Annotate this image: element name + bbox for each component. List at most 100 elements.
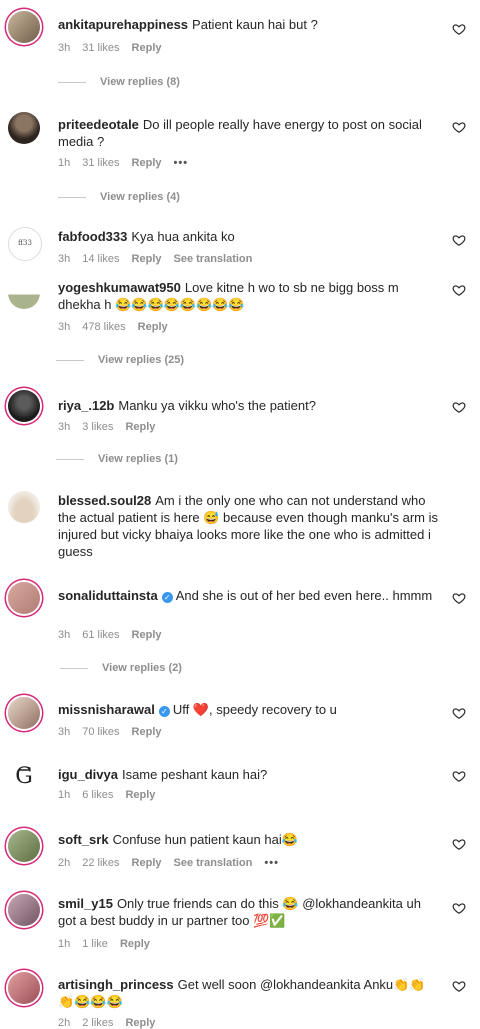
comment-likes[interactable]: 3 likes [82,421,113,433]
comment-meta: 3h 31 likes Reply [58,42,174,54]
avatar[interactable] [8,277,40,309]
comment-username[interactable]: priteedeotale [58,117,139,132]
comment-item: artisingh_princess Get well soon @lokhand… [0,963,480,1029]
avatar-logo: ff33 [18,239,32,247]
comment-meta: 3h 70 likes Reply [58,726,174,738]
avatar[interactable] [8,894,40,926]
more-options-icon[interactable]: ••• [174,157,189,169]
comment-likes[interactable]: 6 likes [82,789,113,801]
comment-username[interactable]: sonaliduttainsta [58,588,158,603]
see-translation-button[interactable]: See translation [174,857,253,869]
comment-time: 1h [58,157,71,169]
reply-button[interactable]: Reply [132,42,162,54]
comment-item: ff33 fabfood333 Kya hua ankita ko 3h 14 li… [0,215,480,267]
comment-username[interactable]: soft_srk [58,832,109,847]
reply-divider [58,196,86,198]
comment-meta: 3h 61 likes Reply [58,629,174,641]
heart-outline-icon[interactable] [452,400,466,414]
reply-button[interactable]: Reply [125,1017,155,1029]
comment-time: 3h [58,421,71,433]
comment-likes[interactable]: 61 likes [82,629,119,641]
comment-likes[interactable]: 14 likes [82,253,119,265]
comment-body: igu_divya Isame peshant kaun hai? [58,766,440,783]
comment-likes[interactable]: 70 likes [82,726,119,738]
heart-outline-icon[interactable] [452,901,466,915]
comment-username[interactable]: blessed.soul28 [58,493,151,508]
view-replies-button[interactable]: View replies (1) [56,453,178,465]
comment-item: ankitapurehappiness Patient kaun hai but … [0,0,480,100]
comment-text: Uff ❤️, speedy recovery to u [172,702,337,717]
comment-text: Confuse hun patient kaun hai😂 [112,832,298,847]
comment-item: riya_.12b Manku ya vikku who's the patien… [0,375,480,475]
reply-divider [60,667,88,669]
reply-button[interactable]: Reply [125,421,155,433]
view-replies-button[interactable]: View replies (25) [56,354,184,366]
comment-meta: 3h 14 likes Reply See translation [58,253,264,265]
comment-time: 3h [58,726,71,738]
comment-likes[interactable]: 31 likes [82,157,119,169]
heart-outline-icon[interactable] [452,979,466,993]
heart-outline-icon[interactable] [452,706,466,720]
comment-likes[interactable]: 478 likes [82,321,125,333]
avatar[interactable] [8,390,40,422]
more-options-icon[interactable]: ••• [264,857,279,869]
comment-meta: 3h 478 likes Reply [58,321,180,333]
comment-body: soft_srk Confuse hun patient kaun hai😂 [58,831,440,848]
avatar[interactable] [8,697,40,729]
avatar[interactable] [8,582,40,614]
comment-item: priteedeotale Do ill people really have e… [0,100,480,215]
comment-username[interactable]: ankitapurehappiness [58,17,188,32]
heart-outline-icon[interactable] [452,591,466,605]
reply-button[interactable]: Reply [125,789,155,801]
avatar[interactable]: G [8,759,40,791]
comment-username[interactable]: missnisharawal [58,702,155,717]
comment-username[interactable]: artisingh_princess [58,977,174,992]
reply-button[interactable]: Reply [132,857,162,869]
reply-button[interactable]: Reply [132,629,162,641]
view-replies-button[interactable]: View replies (8) [58,76,180,88]
heart-outline-icon[interactable] [452,769,466,783]
comment-meta: 3h 3 likes Reply [58,421,167,433]
comment-username[interactable]: riya_.12b [58,398,114,413]
reply-button[interactable]: Reply [132,726,162,738]
reply-button[interactable]: Reply [120,938,150,950]
reply-divider [58,81,86,83]
heart-outline-icon[interactable] [452,233,466,247]
comment-item: smil_y15 Only true friends can do this 😂 … [0,883,480,963]
comment-likes[interactable]: 31 likes [82,42,119,54]
comment-meta: 2h 2 likes Reply [58,1017,167,1029]
comment-username[interactable]: fabfood333 [58,229,127,244]
heart-outline-icon[interactable] [452,283,466,297]
comment-username[interactable]: smil_y15 [58,896,113,911]
avatar[interactable]: ff33 [8,227,42,261]
see-translation-button[interactable]: See translation [174,253,253,265]
view-replies-button[interactable]: View replies (2) [60,662,182,674]
comment-text: Isame peshant kaun hai? [121,767,268,782]
comment-meta: 1h 6 likes Reply [58,789,167,801]
comment-item: blessed.soul28 Am i the only one who can … [0,475,480,575]
comment-text: Manku ya vikku who's the patient? [118,398,316,413]
reply-divider [56,458,84,460]
avatar-logo: G [15,764,33,789]
heart-outline-icon[interactable] [452,22,466,36]
reply-button[interactable]: Reply [138,321,168,333]
comment-likes[interactable]: 22 likes [82,857,119,869]
avatar[interactable] [8,112,40,144]
comment-username[interactable]: igu_divya [58,767,118,782]
reply-button[interactable]: Reply [132,253,162,265]
avatar[interactable] [8,972,40,1004]
comment-likes[interactable]: 2 likes [82,1017,113,1029]
reply-button[interactable]: Reply [132,157,162,169]
heart-outline-icon[interactable] [452,120,466,134]
comment-likes[interactable]: 1 like [82,938,108,950]
view-replies-button[interactable]: View replies (4) [58,191,180,203]
avatar[interactable] [8,830,40,862]
comment-time: 2h [58,857,71,869]
heart-outline-icon[interactable] [452,837,466,851]
comment-username[interactable]: yogeshkumawat950 [58,280,181,295]
comment-item: missnisharawal ✓ Uff ❤️, speedy recovery t… [0,685,480,747]
comment-text: And she is out of her bed even here.. hm… [175,588,433,603]
avatar[interactable] [8,491,40,523]
avatar[interactable] [8,11,40,43]
comment-body: smil_y15 Only true friends can do this 😂 … [58,895,440,929]
